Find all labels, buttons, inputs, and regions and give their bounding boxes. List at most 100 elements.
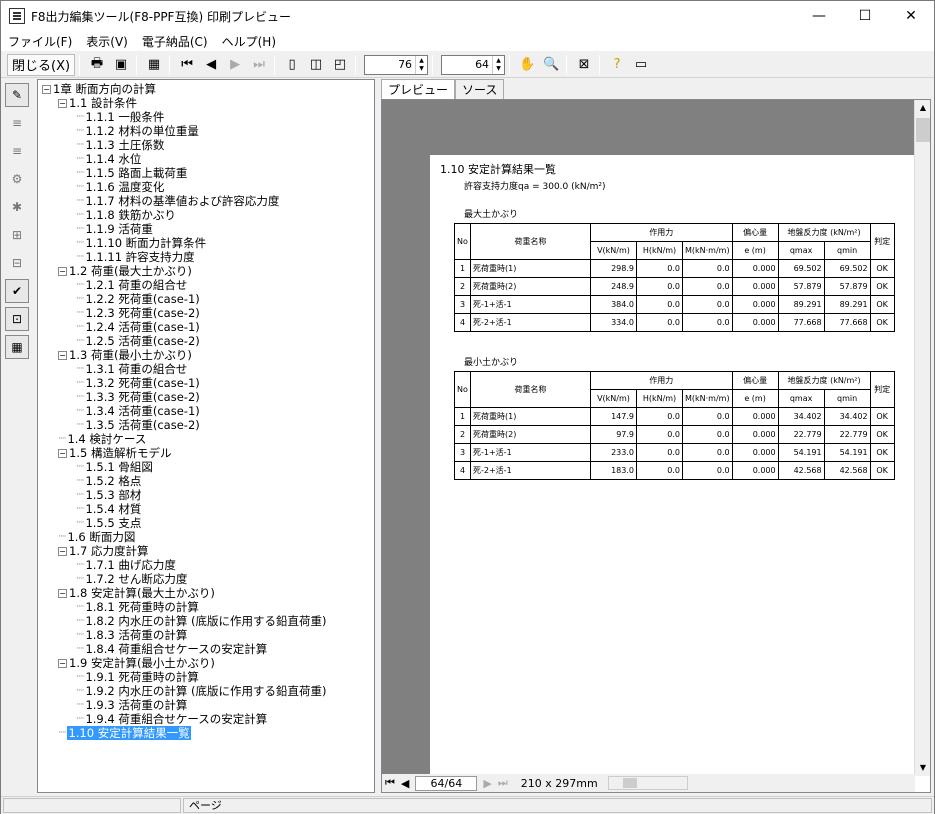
tree-item[interactable]: ···· 1.2.3 死荷重(case-2) xyxy=(42,306,374,320)
tree-item[interactable]: ···· 1.2.2 死荷重(case-1) xyxy=(42,292,374,306)
hand-tool-icon[interactable]: ✋ xyxy=(516,54,538,76)
tree-item[interactable]: ···· 1.9.1 死荷重時の計算 xyxy=(42,670,374,684)
spin-up-icon[interactable]: ▲ xyxy=(496,57,501,65)
info-icon[interactable]: ▭ xyxy=(630,54,652,76)
menu-file[interactable]: ファイル(F) xyxy=(1,33,79,50)
tree-item[interactable]: ···· 1.2.1 荷重の組合せ xyxy=(42,278,374,292)
tree-item[interactable]: ···· 1.9.3 活荷重の計算 xyxy=(42,698,374,712)
tree-item[interactable]: ···· 1.9.2 内水圧の計算 (底版に作用する鉛直荷重) xyxy=(42,684,374,698)
tab-source[interactable]: ソース xyxy=(455,79,505,99)
tree-item[interactable]: ···· 1.2.5 活荷重(case-2) xyxy=(42,334,374,348)
tree-item[interactable]: ···· 1.1.6 温度変化 xyxy=(42,180,374,194)
tree-collapse-icon[interactable]: − xyxy=(42,84,51,94)
page-value[interactable]: 64 xyxy=(442,56,492,74)
spin-down-icon[interactable]: ▼ xyxy=(419,65,424,73)
multi-page-icon[interactable]: ◰ xyxy=(329,54,351,76)
tree-item[interactable]: ···· 1.1.4 水位 xyxy=(42,152,374,166)
next-page-icon[interactable]: ▶ xyxy=(224,54,246,76)
prev-page-icon[interactable]: ◀ xyxy=(200,54,222,76)
tree-item[interactable]: ···· 1.8.2 内水圧の計算 (底版に作用する鉛直荷重) xyxy=(42,614,374,628)
tree-item[interactable]: ···· 1.10 安定計算結果一覧 xyxy=(42,726,374,740)
tree-item[interactable]: −1.5 構造解析モデル xyxy=(42,446,374,460)
grid-icon[interactable]: ▦ xyxy=(5,335,29,359)
tree-item[interactable]: −1.1 設計条件 xyxy=(42,96,374,110)
first-page-icon[interactable]: ⏮ xyxy=(176,54,198,76)
help-icon[interactable]: ? xyxy=(606,54,628,76)
print-icon[interactable]: 🖶 xyxy=(86,54,108,76)
settings-icon[interactable]: ✱ xyxy=(5,195,29,219)
scroll-thumb[interactable] xyxy=(916,118,930,142)
close-preview-button[interactable]: 閉じる(X) xyxy=(7,53,76,76)
zoom-tool-icon[interactable]: 🔍 xyxy=(540,54,562,76)
tree-item[interactable]: −1.9 安定計算(最小土かぶり) xyxy=(42,656,374,670)
pager-first-icon[interactable]: ⏮ xyxy=(382,776,398,790)
tree-item[interactable]: ···· 1.1.3 土圧係数 xyxy=(42,138,374,152)
menu-view[interactable]: 表示(V) xyxy=(79,33,135,50)
tab-preview[interactable]: プレビュー xyxy=(381,79,456,99)
tree-item[interactable]: ···· 1.1.8 鉄筋かぶり xyxy=(42,208,374,222)
tree-item[interactable]: ···· 1.8.4 荷重組合せケースの安定計算 xyxy=(42,642,374,656)
tree-item[interactable]: ···· 1.7.1 曲げ応力度 xyxy=(42,558,374,572)
single-page-icon[interactable]: ▯ xyxy=(281,54,303,76)
zoom-value[interactable]: 76 xyxy=(365,56,415,74)
style-icon[interactable]: ⚙ xyxy=(5,167,29,191)
tree-item[interactable]: ···· 1.1.10 断面力計算条件 xyxy=(42,236,374,250)
maximize-button[interactable]: ☐ xyxy=(842,1,888,31)
tree-item[interactable]: −1.8 安定計算(最大土かぶり) xyxy=(42,586,374,600)
pager-last-icon[interactable]: ⏭ xyxy=(495,776,511,790)
tree-move-down-icon[interactable]: ⊟ xyxy=(5,251,29,275)
pager-prev-icon[interactable]: ◀ xyxy=(398,777,412,790)
tree-collapse-icon[interactable]: − xyxy=(58,266,67,276)
tree-item[interactable]: ···· 1.5.3 部材 xyxy=(42,488,374,502)
tree-item[interactable]: ···· 1.1.5 路面上載荷重 xyxy=(42,166,374,180)
tree-item[interactable]: ···· 1.1.9 活荷重 xyxy=(42,222,374,236)
tree-item[interactable]: ···· 1.6 断面力図 xyxy=(42,530,374,544)
tree-item[interactable]: ···· 1.8.1 死荷重時の計算 xyxy=(42,600,374,614)
tree-item[interactable]: ···· 1.3.2 死荷重(case-1) xyxy=(42,376,374,390)
hscroll-thumb[interactable] xyxy=(622,778,637,788)
tree-item[interactable]: ···· 1.5.4 材質 xyxy=(42,502,374,516)
export-icon[interactable]: ▦ xyxy=(143,54,165,76)
spin-up-icon[interactable]: ▲ xyxy=(419,57,424,65)
indent-icon[interactable]: ≡ xyxy=(5,111,29,135)
tree-item[interactable]: ···· 1.1.1 一般条件 xyxy=(42,110,374,124)
tree-item[interactable]: ···· 1.4 検討ケース xyxy=(42,432,374,446)
fit-page-icon[interactable]: ⊠ xyxy=(573,54,595,76)
tree-item[interactable]: ···· 1.3.1 荷重の組合せ xyxy=(42,362,374,376)
minimize-button[interactable]: — xyxy=(796,1,842,31)
tree-item[interactable]: ···· 1.3.5 活荷重(case-2) xyxy=(42,418,374,432)
tree-item[interactable]: ···· 1.7.2 せん断応力度 xyxy=(42,572,374,586)
tree-collapse-icon[interactable]: − xyxy=(58,98,67,108)
zoom-spinner[interactable]: 76 ▲ ▼ xyxy=(364,54,429,75)
tree-item[interactable]: ···· 1.5.2 格点 xyxy=(42,474,374,488)
outdent-icon[interactable]: ≡ xyxy=(5,139,29,163)
horizontal-scrollbar[interactable] xyxy=(607,776,688,790)
tree-collapse-icon[interactable]: − xyxy=(58,546,67,556)
vertical-scrollbar[interactable]: ▲ ▼ xyxy=(914,100,930,776)
scroll-up-icon[interactable]: ▲ xyxy=(915,100,930,116)
menu-help[interactable]: ヘルプ(H) xyxy=(215,33,283,50)
tree-item[interactable]: −1.3 荷重(最小土かぶり) xyxy=(42,348,374,362)
save-icon[interactable]: ▣ xyxy=(110,54,132,76)
tree-item[interactable]: ···· 1.5.5 支点 xyxy=(42,516,374,530)
tree-move-up-icon[interactable]: ⊞ xyxy=(5,223,29,247)
tree-item[interactable]: ···· 1.3.3 死荷重(case-2) xyxy=(42,390,374,404)
scroll-down-icon[interactable]: ▼ xyxy=(915,760,930,776)
tree-item[interactable]: ···· 1.1.7 材料の基準値および許容応力度 xyxy=(42,194,374,208)
tree-item[interactable]: ···· 1.9.4 荷重組合せケースの安定計算 xyxy=(42,712,374,726)
tree-collapse-icon[interactable]: − xyxy=(58,658,67,668)
spin-down-icon[interactable]: ▼ xyxy=(496,65,501,73)
tree-collapse-icon[interactable]: − xyxy=(58,350,67,360)
tree-item[interactable]: −1章 断面方向の計算 xyxy=(42,82,374,96)
close-window-button[interactable]: ✕ xyxy=(888,1,934,31)
last-page-icon[interactable]: ⏭ xyxy=(248,54,270,76)
tree-item[interactable]: −1.2 荷重(最大土かぶり) xyxy=(42,264,374,278)
outline-tree[interactable]: −1章 断面方向の計算 −1.1 設計条件 ···· 1.1.1 一般条件 ···· 1.… xyxy=(37,79,375,793)
pager-page[interactable]: 64/64 xyxy=(415,775,478,791)
tree-item[interactable]: ···· 1.3.4 活荷重(case-1) xyxy=(42,404,374,418)
page-spinner[interactable]: 64 ▲ ▼ xyxy=(441,54,506,75)
tree-item[interactable]: ···· 1.8.3 活荷重の計算 xyxy=(42,628,374,642)
check-icon[interactable]: ✔ xyxy=(5,279,29,303)
pager-next-icon[interactable]: ▶ xyxy=(480,777,494,790)
tree-item[interactable]: ···· 1.1.11 許容支持力度 xyxy=(42,250,374,264)
